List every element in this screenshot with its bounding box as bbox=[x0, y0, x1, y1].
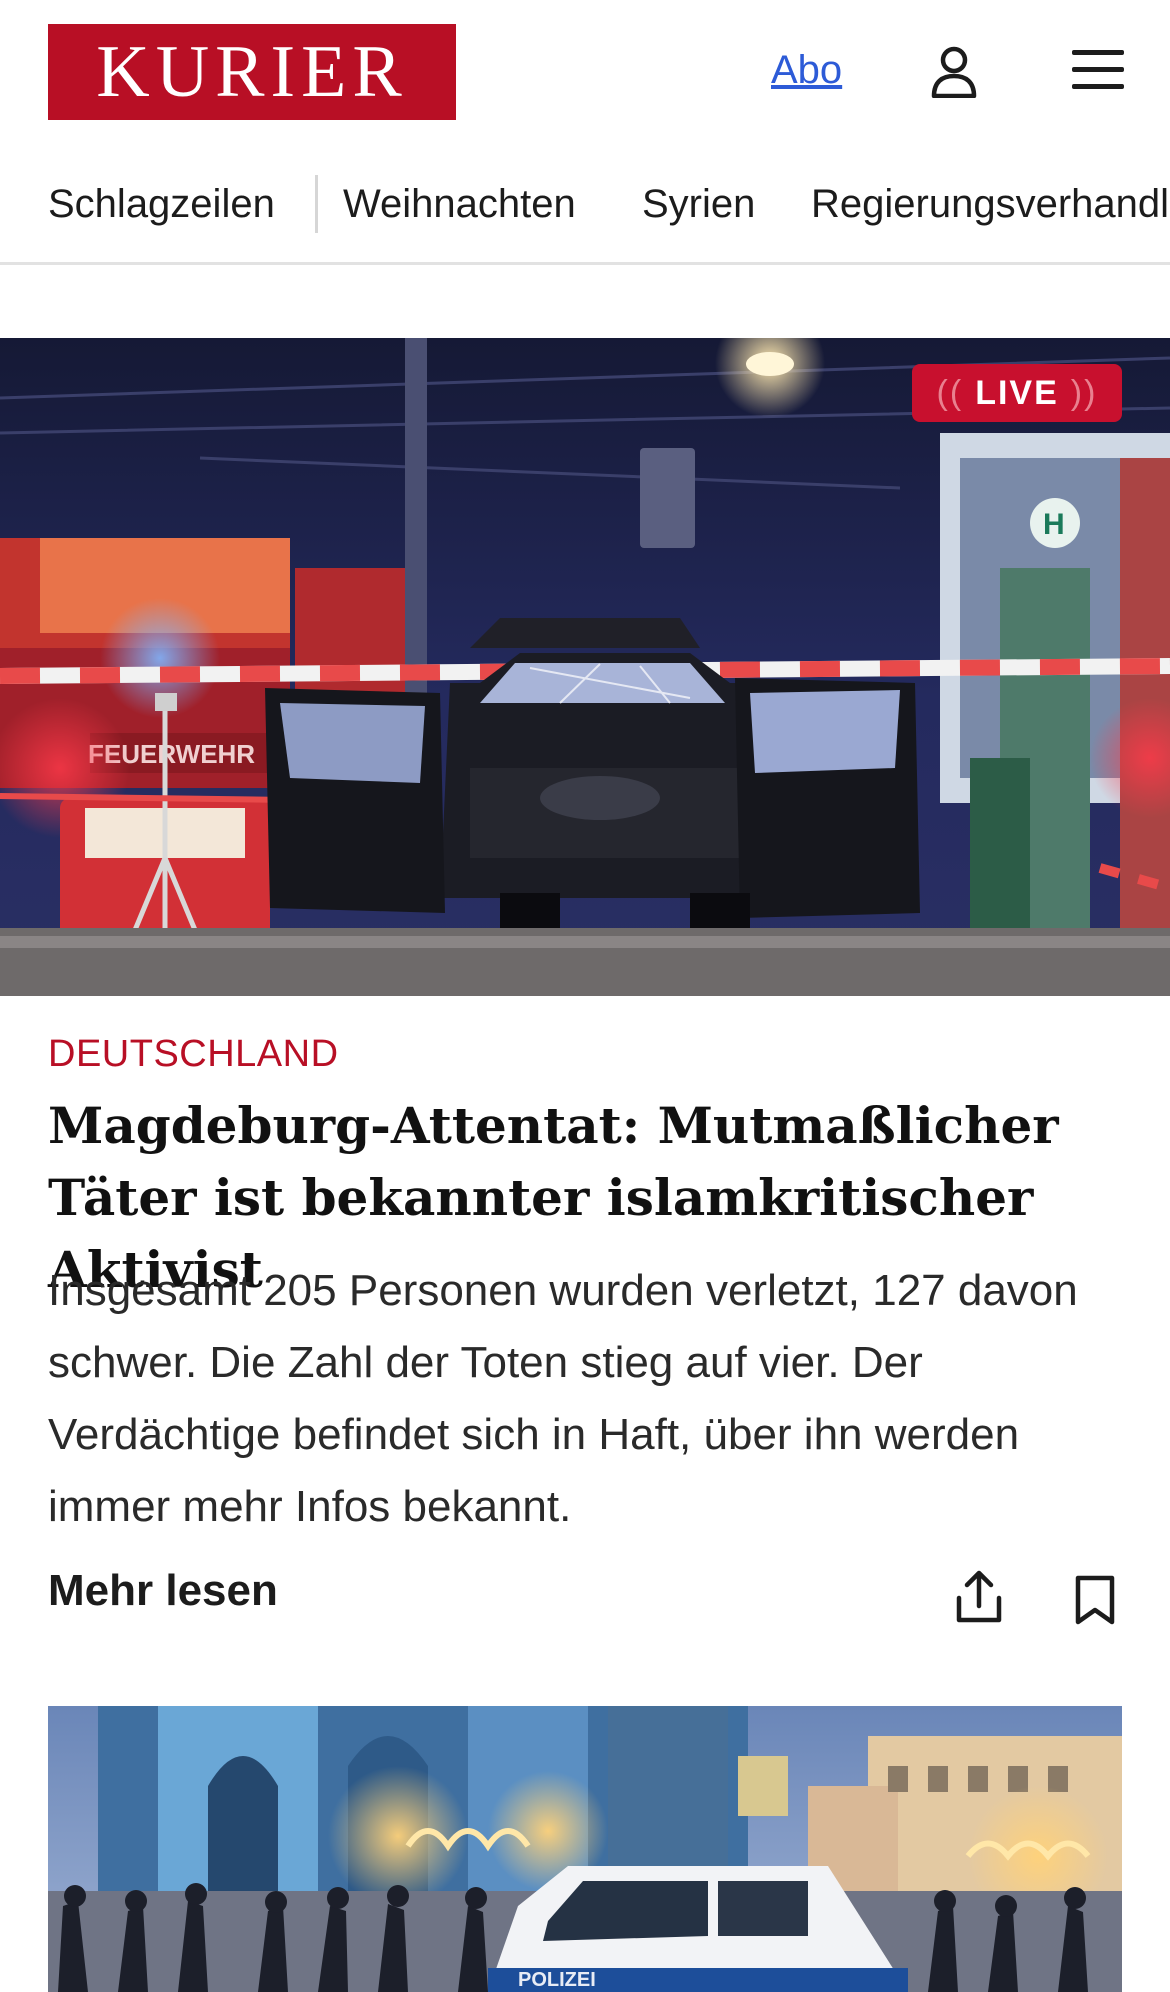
nav-item-syrien[interactable]: Syrien bbox=[642, 182, 755, 227]
live-wave-left-icon: (( bbox=[936, 373, 964, 412]
svg-text:H: H bbox=[1043, 508, 1065, 541]
kurier-logo[interactable]: KURIER bbox=[48, 24, 456, 120]
article-kicker[interactable]: DEUTSCHLAND bbox=[48, 1033, 339, 1076]
live-label: LIVE bbox=[975, 373, 1059, 412]
menu-icon[interactable] bbox=[1072, 48, 1124, 92]
bookmark-icon[interactable] bbox=[1074, 1574, 1116, 1626]
hero-image[interactable]: FEUERWEHR H bbox=[0, 338, 1170, 996]
user-icon[interactable] bbox=[930, 46, 978, 98]
nav-item-regierungsverhandlungen[interactable]: Regierungsverhandlungen bbox=[811, 182, 1170, 227]
second-article-image[interactable]: POLIZEI bbox=[48, 1706, 1122, 1992]
abo-link[interactable]: Abo bbox=[771, 48, 842, 93]
van-lettering: POLIZEI bbox=[518, 1969, 596, 1991]
site-header: KURIER Abo bbox=[0, 0, 1170, 145]
share-icon[interactable] bbox=[954, 1570, 1004, 1624]
article-teaser[interactable]: Insgesamt 205 Personen wurden verletzt, … bbox=[48, 1255, 1128, 1543]
second-scene: POLIZEI bbox=[48, 1706, 1122, 1992]
read-more-link[interactable]: Mehr lesen bbox=[48, 1566, 278, 1616]
nav-item-schlagzeilen[interactable]: Schlagzeilen bbox=[48, 182, 275, 227]
live-badge: (( LIVE )) bbox=[912, 364, 1122, 422]
nav-item-weihnachten[interactable]: Weihnachten bbox=[343, 182, 576, 227]
live-wave-right-icon: )) bbox=[1070, 373, 1098, 412]
hero-scene: FEUERWEHR H bbox=[0, 338, 1170, 996]
topic-nav: Schlagzeilen Weihnachten Syrien Regierun… bbox=[0, 160, 1170, 265]
nav-divider bbox=[315, 175, 318, 233]
